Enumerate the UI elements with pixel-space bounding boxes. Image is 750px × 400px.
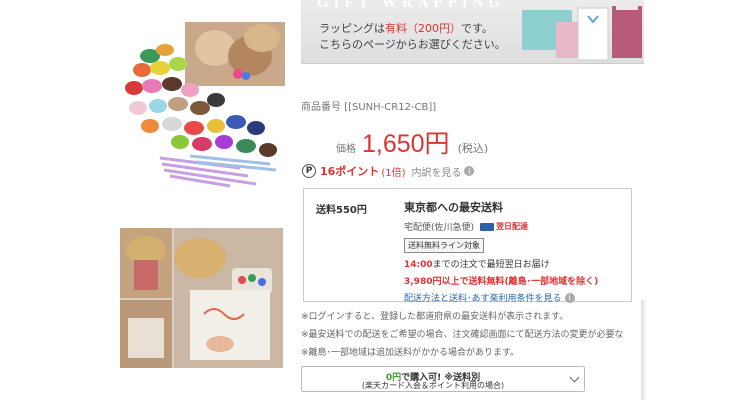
shipping-carrier: 宅配便(佐川急便) 翌日配達 bbox=[404, 220, 598, 233]
price-label: 価格 bbox=[336, 144, 356, 155]
carrier-name: 宅配便(佐川急便) bbox=[404, 223, 475, 233]
shipping-fee: 送料550円 bbox=[316, 205, 367, 216]
deadline-time: 14:00 bbox=[404, 260, 433, 270]
next-day-label: 翌日配達 bbox=[496, 222, 529, 231]
product-image-crayons[interactable] bbox=[120, 18, 288, 190]
points-detail-link[interactable]: 内訳を見る bbox=[411, 164, 461, 179]
deadline-text: までの注文で最短翌日お届け bbox=[432, 260, 550, 270]
info-icon[interactable]: i bbox=[564, 292, 575, 303]
banner-line1-prefix: ラッピングは bbox=[319, 22, 385, 35]
banner-wrapping-fee-text: ラッピングは有料（200円）です。 bbox=[319, 20, 493, 36]
shipping-conditions-link[interactable]: 配送方法と送料･あす楽利用条件を見る i bbox=[404, 291, 598, 304]
info-icon[interactable]: i bbox=[464, 166, 475, 176]
free-shipping-line-badge: 送料無料ライン対象 bbox=[404, 238, 484, 253]
shipping-note: ※最安送料での配送をご希望の場合、注文確認画面にて配送方法の変更が必要な bbox=[301, 330, 624, 340]
points-row: P 16ポイント (1倍) 内訳を見る i bbox=[302, 163, 475, 179]
shipping-info-box: 送料550円 東京都への最安送料 宅配便(佐川急便) 翌日配達 送料無料ライン対… bbox=[303, 188, 632, 304]
gift-wrapping-banner[interactable]: GIFT WRAPPING ラッピングは有料（200円）です。 こちらのページか… bbox=[301, 0, 644, 64]
price-row: 価格 1,650円 (税込) bbox=[336, 124, 488, 160]
banner-select-text: こちらのページからお選びください。 bbox=[319, 38, 506, 51]
free-shipping-condition: 3,980円以上で送料無料(離島･一部地域を除く) bbox=[404, 277, 599, 287]
shipping-note: ※ログインすると、登録した都道府県の最安送料が表示されます。 bbox=[301, 312, 569, 322]
truck-icon bbox=[480, 222, 495, 231]
banner-fee-highlight: 有料（200円） bbox=[385, 22, 461, 35]
shipping-title: 東京都への最安送料 bbox=[404, 201, 503, 214]
banner-title: GIFT WRAPPING bbox=[317, 0, 506, 11]
points-multiplier: (1倍) bbox=[381, 167, 406, 179]
product-image-children-drawing[interactable] bbox=[120, 228, 283, 368]
panel-edge bbox=[641, 300, 647, 400]
banner-line1-suffix: です。 bbox=[461, 22, 493, 35]
payment-option-line2: (楽天カード入会＆ポイント利用の場合) bbox=[361, 381, 505, 390]
payment-option-dropdown[interactable]: 0円で購入可! ※送料別 (楽天カード入会＆ポイント利用の場合) bbox=[301, 366, 585, 392]
shipping-link-label[interactable]: 配送方法と送料･あす楽利用条件を見る bbox=[404, 291, 562, 304]
price-tax-note: (税込) bbox=[457, 142, 489, 155]
price-value: 1,650円 bbox=[362, 130, 450, 158]
chevron-down-icon[interactable] bbox=[569, 372, 580, 383]
shipping-details: 東京都への最安送料 宅配便(佐川急便) 翌日配達 送料無料ライン対象 14:00… bbox=[404, 199, 598, 304]
points-value: 16ポイント bbox=[320, 165, 380, 178]
shipping-deadline: 14:00までの注文で最短翌日お届け bbox=[404, 257, 598, 270]
gift-boxes-image bbox=[522, 2, 642, 61]
item-code: 商品番号 [[SUNH-CR12-CB]] bbox=[301, 102, 437, 113]
shipping-note: ※離島･一部地域は追加送料がかかる場合があります。 bbox=[301, 348, 520, 358]
points-icon: P bbox=[302, 164, 316, 178]
